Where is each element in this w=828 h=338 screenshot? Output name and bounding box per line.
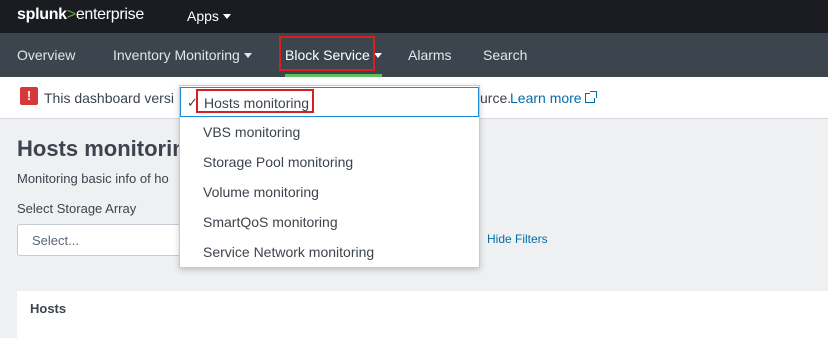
menu-item-label: Volume monitoring — [203, 184, 319, 200]
select-placeholder: Select... — [32, 233, 79, 248]
app-nav-bar: Overview Inventory Monitoring Block Serv… — [0, 33, 828, 77]
top-app-bar: splunk>enterprise Apps — [0, 0, 828, 33]
menu-item-label: VBS monitoring — [203, 124, 301, 140]
menu-item-volume-monitoring[interactable]: Volume monitoring — [180, 177, 479, 207]
storage-array-label: Select Storage Array — [17, 201, 137, 216]
logo-separator: > — [66, 6, 76, 23]
menu-item-label: SmartQoS monitoring — [203, 214, 338, 230]
highlight-box-block-service — [279, 36, 375, 71]
external-link-icon — [584, 90, 597, 103]
apps-label: Apps — [187, 8, 219, 24]
warning-icon: ! — [20, 87, 38, 105]
nav-search[interactable]: Search — [483, 33, 527, 77]
chevron-down-icon — [373, 52, 382, 58]
learn-more-link[interactable]: Learn more — [510, 90, 597, 106]
chevron-down-icon — [243, 52, 252, 58]
menu-item-smartqos-monitoring[interactable]: SmartQoS monitoring — [180, 207, 479, 237]
hosts-panel: Hosts — [17, 291, 828, 338]
nav-label: Overview — [17, 47, 76, 63]
nav-alarms[interactable]: Alarms — [408, 33, 452, 77]
splunk-logo[interactable]: splunk>enterprise — [17, 6, 144, 24]
nav-label: Search — [483, 47, 528, 63]
menu-item-vbs-monitoring[interactable]: VBS monitoring — [180, 117, 479, 147]
banner-text-start: This dashboard versi — [44, 90, 174, 106]
menu-item-label: Storage Pool monitoring — [203, 154, 354, 170]
menu-item-service-network-monitoring[interactable]: Service Network monitoring — [180, 237, 479, 267]
menu-item-label: Service Network monitoring — [203, 244, 375, 260]
learn-more-label: Learn more — [510, 90, 582, 106]
logo-sub: enterprise — [75, 6, 144, 23]
logo-main: splunk — [17, 6, 67, 23]
nav-label: Alarms — [408, 47, 452, 63]
panel-title: Hosts — [30, 301, 67, 316]
apps-menu[interactable]: Apps — [187, 8, 231, 24]
nav-overview[interactable]: Overview — [17, 33, 75, 77]
nav-label: Inventory Monitoring — [113, 47, 240, 63]
banner-text-end: urce. — [480, 90, 512, 106]
chevron-down-icon — [222, 13, 231, 19]
hide-filters-link[interactable]: Hide Filters — [487, 232, 548, 246]
dashboard-description: Monitoring basic info of ho — [17, 171, 169, 186]
highlight-box-hosts-monitoring — [196, 89, 314, 113]
dashboard-title: Hosts monitorin — [17, 136, 186, 161]
menu-item-storage-pool-monitoring[interactable]: Storage Pool monitoring — [180, 147, 479, 177]
nav-inventory-monitoring[interactable]: Inventory Monitoring — [113, 33, 252, 77]
